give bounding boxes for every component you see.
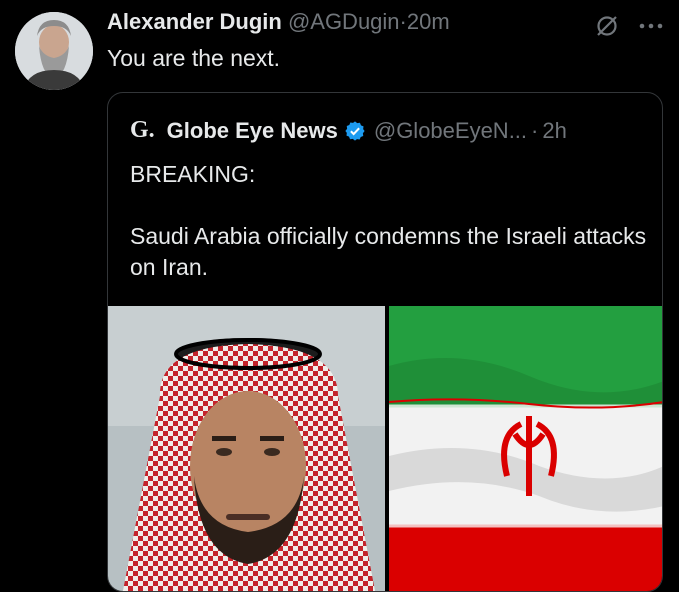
- author-name[interactable]: Alexander Dugin: [107, 9, 282, 34]
- tweet-time[interactable]: 20m: [407, 9, 450, 34]
- separator: ·: [531, 117, 539, 143]
- portrait-photo[interactable]: [108, 306, 385, 591]
- author-handle[interactable]: @AGDugin: [288, 9, 400, 34]
- quoted-author-handle[interactable]: @GlobeEyeN...: [374, 118, 527, 144]
- iran-flag-photo[interactable]: [389, 306, 662, 591]
- quoted-text-line: BREAKING:: [130, 161, 256, 187]
- tweet-text: You are the next.: [107, 45, 281, 71]
- globe-eye-logo[interactable]: G.: [130, 117, 155, 144]
- separator: ·: [399, 9, 407, 34]
- more-icon[interactable]: [638, 22, 664, 30]
- quoted-author-name[interactable]: Globe Eye News: [167, 118, 338, 144]
- quoted-tweet-time[interactable]: 2h: [542, 118, 566, 144]
- quoted-tweet-text: BREAKING: Saudi Arabia officially condem…: [130, 159, 650, 283]
- quoted-text-line: Saudi Arabia officially condemns the Isr…: [130, 223, 647, 280]
- verified-badge-icon: [345, 120, 365, 141]
- author-avatar[interactable]: [15, 12, 93, 90]
- tweet-header: Alexander Dugin @AGDugin·20m: [107, 9, 450, 35]
- quoted-tweet-header: G. Globe Eye News @GlobeEyeN... · 2h: [130, 117, 567, 144]
- mute-icon[interactable]: [594, 13, 620, 39]
- quoted-tweet-card[interactable]: G. Globe Eye News @GlobeEyeN... · 2h BREAK…: [107, 92, 663, 592]
